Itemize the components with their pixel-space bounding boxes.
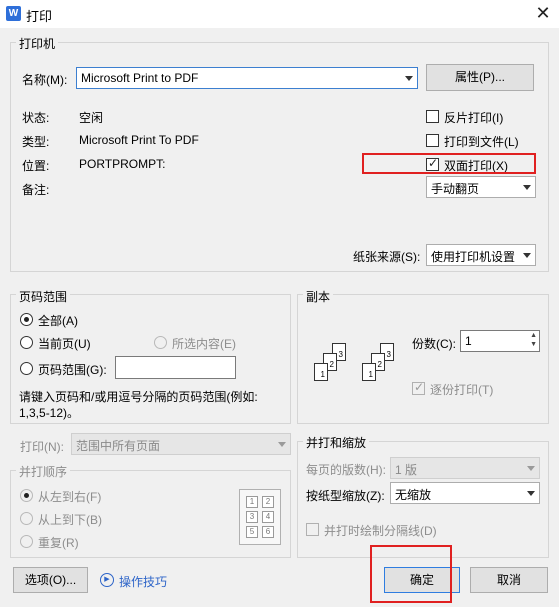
draw-lines-checkbox[interactable] [306, 523, 319, 536]
grid-cell: 2 [262, 496, 274, 508]
order-group-label: 并打顺序 [16, 463, 71, 480]
reverse-print-label: 反片打印(I) [444, 111, 504, 125]
status-label: 状态: [22, 111, 50, 125]
range-selection-radio[interactable] [154, 336, 167, 349]
order-grid-illustration: 1 2 3 4 5 6 [239, 489, 281, 545]
range-pages-label: 页码范围(G): [38, 363, 107, 377]
print-to-file-label: 打印到文件(L) [444, 135, 519, 149]
chevron-down-icon [405, 76, 413, 81]
order-repeat-radio[interactable] [20, 535, 33, 548]
grid-cell: 6 [262, 526, 274, 538]
print-what-select[interactable]: 范围中所有页面 [71, 433, 291, 455]
order-left-right-radio[interactable] [20, 489, 33, 502]
range-hint-line1: 请键入页码和/或用逗号分隔的页码范围(例如: [19, 390, 258, 404]
copies-count-value: 1 [465, 334, 472, 348]
type-value: Microsoft Print To PDF [79, 133, 199, 147]
print-what-label: 打印(N): [20, 440, 64, 454]
copies-count-spinner[interactable]: 1 ▲ ▼ [460, 330, 540, 352]
zoom-group-label: 并打和缩放 [303, 434, 370, 451]
printer-name-label: 名称(M): [22, 73, 68, 87]
range-all-radio[interactable] [20, 313, 33, 326]
page-range-input[interactable] [115, 356, 236, 379]
chevron-down-icon [523, 253, 531, 258]
duplex-highlight-box [362, 153, 536, 174]
duplex-mode-select[interactable]: 手动翻页 [426, 176, 536, 198]
options-button[interactable]: 选项(O)... [13, 567, 88, 593]
range-selection-label: 所选内容(E) [172, 337, 236, 351]
copies-group-label: 副本 [303, 288, 334, 305]
range-current-radio[interactable] [20, 336, 33, 349]
chevron-down-icon [523, 185, 531, 190]
grid-cell: 4 [262, 511, 274, 523]
order-top-bottom-label: 从上到下(B) [38, 513, 102, 527]
wps-app-icon: W [6, 6, 21, 21]
status-value: 空闲 [79, 111, 104, 125]
scale-value: 无缩放 [395, 488, 432, 502]
cancel-button[interactable]: 取消 [470, 567, 548, 593]
printer-group-label: 打印机 [16, 35, 59, 52]
collate-checkbox[interactable] [412, 380, 425, 395]
range-hint-line2: 1,3,5-12)。 [19, 406, 80, 420]
grid-cell: 5 [246, 526, 258, 538]
location-value: PORTPROMPT: [79, 157, 166, 171]
chevron-down-icon [278, 442, 286, 447]
paper-source-select[interactable]: 使用打印机设置 [426, 244, 536, 266]
printer-name-select[interactable]: Microsoft Print to PDF [76, 67, 418, 89]
scale-select[interactable]: 无缩放 [390, 482, 540, 504]
printer-name-value: Microsoft Print to PDF [81, 71, 199, 85]
grid-cell: 3 [246, 511, 258, 523]
scale-label: 按纸型缩放(Z): [306, 489, 385, 503]
location-label: 位置: [22, 159, 50, 173]
chevron-down-icon [527, 466, 535, 471]
range-all-label: 全部(A) [38, 314, 78, 328]
order-left-right-label: 从左到右(F) [38, 490, 102, 504]
paper-source-value: 使用打印机设置 [431, 250, 516, 264]
tips-icon[interactable]: ▶ [100, 573, 114, 587]
chevron-down-icon [527, 491, 535, 496]
title-bar: W 打印 ✕ [0, 0, 559, 28]
copies-count-label: 份数(C): [412, 337, 456, 351]
collate-label: 逐份打印(T) [430, 383, 494, 397]
pages-per-sheet-select[interactable]: 1 版 [390, 457, 540, 479]
close-icon[interactable]: ✕ [528, 0, 558, 28]
spinner-down-icon[interactable]: ▼ [530, 341, 537, 348]
properties-button[interactable]: 属性(P)... [426, 64, 534, 91]
window-title: 打印 [26, 9, 53, 24]
tips-link[interactable]: 操作技巧 [119, 573, 167, 590]
pages-per-sheet-value: 1 版 [395, 463, 418, 477]
print-to-file-checkbox[interactable] [426, 134, 439, 147]
range-current-label: 当前页(U) [38, 337, 91, 351]
draw-lines-label: 并打时绘制分隔线(D) [324, 524, 437, 538]
print-what-value: 范围中所有页面 [76, 439, 161, 453]
copy-page-icon: 1 [314, 363, 328, 381]
reverse-print-checkbox[interactable] [426, 110, 439, 123]
pages-per-sheet-label: 每页的版数(H): [306, 463, 386, 477]
order-repeat-label: 重复(R) [38, 536, 79, 550]
grid-cell: 1 [246, 496, 258, 508]
paper-source-label: 纸张来源(S): [353, 250, 421, 264]
copy-page-icon: 1 [362, 363, 376, 381]
order-top-bottom-radio[interactable] [20, 512, 33, 525]
page-range-group-label: 页码范围 [16, 288, 71, 305]
duplex-mode-value: 手动翻页 [431, 182, 480, 196]
range-pages-radio[interactable] [20, 362, 33, 375]
type-label: 类型: [22, 135, 50, 149]
comment-label: 备注: [22, 183, 50, 197]
ok-highlight-box [370, 545, 452, 603]
spinner-up-icon[interactable]: ▲ [530, 332, 537, 339]
